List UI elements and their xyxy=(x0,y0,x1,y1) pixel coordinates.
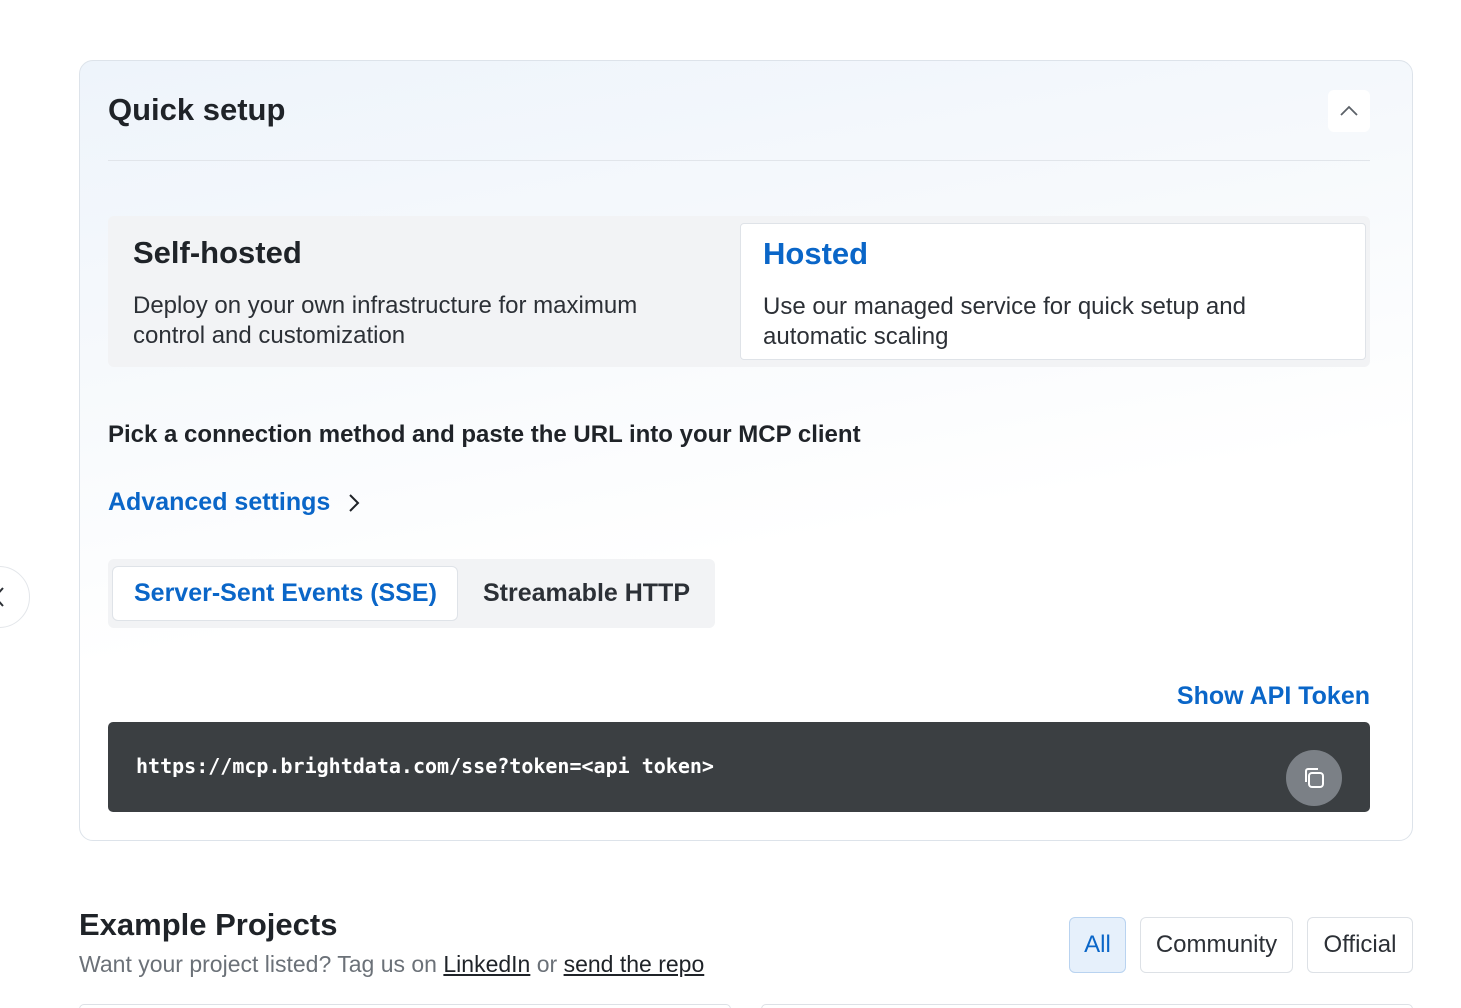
url-code-block: https://mcp.brightdata.com/sse?token=<ap… xyxy=(108,722,1370,812)
copy-url-button[interactable] xyxy=(1286,750,1342,806)
show-api-token-link[interactable]: Show API Token xyxy=(1177,682,1370,711)
hosting-option-group: Self-hosted Deploy on your own infrastru… xyxy=(108,216,1370,367)
linkedin-link[interactable]: LinkedIn xyxy=(443,951,530,977)
quick-setup-header: Quick setup xyxy=(108,61,1370,161)
tab-streamable-http[interactable]: Streamable HTTP xyxy=(483,566,690,621)
example-projects-subtitle: Want your project listed? Tag us on Link… xyxy=(79,951,704,978)
subtitle-or: or xyxy=(530,951,564,977)
collapse-button[interactable] xyxy=(1328,90,1370,132)
hosted-description: Use our managed service for quick setup … xyxy=(763,293,1246,350)
self-hosted-option[interactable]: Self-hosted Deploy on your own infrastru… xyxy=(108,223,738,360)
quick-setup-title: Quick setup xyxy=(108,92,286,127)
connection-method-tabs: Server-Sent Events (SSE) Streamable HTTP xyxy=(108,559,715,628)
example-projects-title: Example Projects xyxy=(79,907,338,942)
sidebar-toggle-button[interactable] xyxy=(0,566,30,628)
subtitle-prefix: Want your project listed? Tag us on xyxy=(79,951,444,977)
page: Quick setup Self-hosted Deploy on your o… xyxy=(0,0,1461,1008)
copy-icon xyxy=(1305,768,1324,788)
hosted-title: Hosted xyxy=(763,236,869,271)
filter-official-button[interactable]: Official xyxy=(1307,917,1413,973)
advanced-settings-label: Advanced settings xyxy=(108,488,331,516)
send-repo-link[interactable]: send the repo xyxy=(564,951,705,977)
self-hosted-description: Deploy on your own infrastructure for ma… xyxy=(133,292,638,349)
project-card[interactable] xyxy=(761,1004,1413,1008)
project-card[interactable] xyxy=(79,1004,731,1008)
connection-instruction: Pick a connection method and paste the U… xyxy=(108,421,861,448)
hosted-option[interactable]: Hosted Use our managed service for quick… xyxy=(740,223,1366,360)
quick-setup-card: Quick setup Self-hosted Deploy on your o… xyxy=(79,60,1413,841)
advanced-settings-toggle[interactable]: Advanced settings xyxy=(108,488,360,517)
self-hosted-title: Self-hosted xyxy=(133,235,302,270)
chevron-left-icon xyxy=(0,587,4,607)
chevron-right-icon xyxy=(349,493,360,512)
filter-community-button[interactable]: Community xyxy=(1140,917,1293,973)
chevron-up-icon xyxy=(1340,105,1358,116)
filter-all-button[interactable]: All xyxy=(1069,917,1126,973)
tab-sse[interactable]: Server-Sent Events (SSE) xyxy=(112,566,458,621)
connection-url: https://mcp.brightdata.com/sse?token=<ap… xyxy=(136,754,714,778)
